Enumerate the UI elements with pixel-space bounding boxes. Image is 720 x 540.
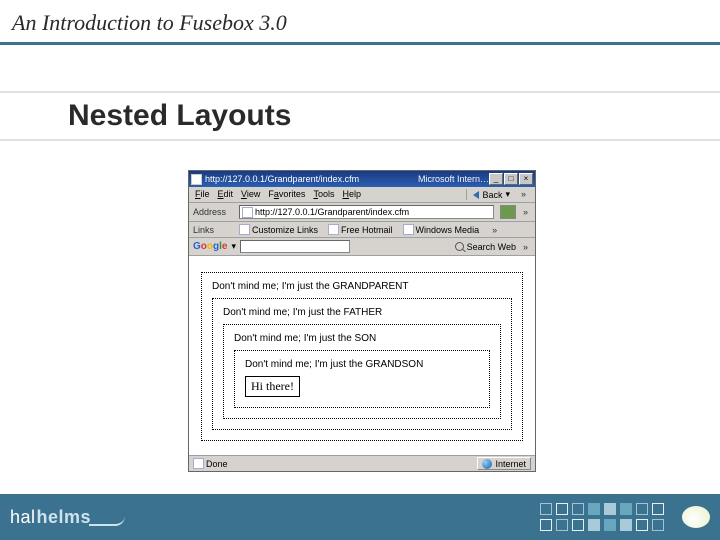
box-grandparent: Don't mind me; I'm just the GRANDPARENT … — [201, 272, 523, 441]
menu-view[interactable]: View — [241, 189, 260, 200]
subtitle-band: Nested Layouts — [0, 91, 720, 141]
window-controls: _ □ × — [489, 173, 533, 185]
box-son: Don't mind me; I'm just the SON Don't mi… — [223, 324, 501, 419]
label-grandson: Don't mind me; I'm just the GRANDSON — [245, 359, 479, 370]
zone-label: Internet — [495, 459, 526, 469]
maximize-button[interactable]: □ — [504, 173, 518, 185]
close-button[interactable]: × — [519, 173, 533, 185]
link-customize[interactable]: Customize Links — [239, 224, 318, 235]
label-father: Don't mind me; I'm just the FATHER — [223, 307, 501, 318]
google-overflow-icon[interactable]: » — [520, 242, 531, 252]
box-grandson: Don't mind me; I'm just the GRANDSON Hi … — [234, 350, 490, 408]
cloud-icon — [682, 506, 710, 528]
presentation-title: An Introduction to Fusebox 3.0 — [0, 0, 720, 42]
menu-favorites[interactable]: Favorites — [268, 189, 305, 200]
label-grandparent: Don't mind me; I'm just the GRANDPARENT — [212, 281, 512, 292]
page-icon — [242, 207, 253, 218]
google-search-input[interactable] — [240, 240, 350, 253]
minimize-button[interactable]: _ — [489, 173, 503, 185]
logo-swoosh-icon — [89, 516, 125, 526]
back-label: Back — [482, 190, 502, 200]
address-bar: Address http://127.0.0.1/Grandparent/ind… — [189, 203, 535, 222]
status-text: Done — [206, 459, 228, 469]
menubar: File Edit View Favorites Tools Help Back… — [189, 187, 535, 203]
titlebar-appname: Microsoft Intern… — [418, 174, 489, 184]
address-label: Address — [193, 207, 235, 217]
search-icon — [455, 242, 464, 251]
back-arrow-icon — [473, 191, 479, 199]
link-icon — [239, 224, 250, 235]
menu-tools[interactable]: Tools — [313, 189, 334, 200]
content-box: Hi there! — [245, 376, 300, 397]
slide-footer: halhelms — [0, 494, 720, 540]
header-divider — [0, 42, 720, 45]
halhelms-logo: halhelms — [10, 507, 125, 528]
google-logo: Google — [193, 241, 227, 252]
link-icon — [328, 224, 339, 235]
globe-icon — [482, 459, 492, 469]
logo-helms: helms — [37, 507, 92, 528]
links-label: Links — [193, 225, 235, 235]
links-overflow-icon[interactable]: » — [489, 225, 500, 235]
search-web-label: Search Web — [467, 242, 516, 252]
browser-window: http://127.0.0.1/Grandparent/index.cfm M… — [188, 170, 536, 472]
menu-edit[interactable]: Edit — [218, 189, 234, 200]
footer-square-grid — [540, 503, 664, 531]
label-son: Don't mind me; I'm just the SON — [234, 333, 490, 344]
address-value: http://127.0.0.1/Grandparent/index.cfm — [255, 207, 409, 217]
address-overflow-icon[interactable]: » — [520, 207, 531, 217]
back-dropdown-icon[interactable]: ▾ — [505, 189, 510, 200]
google-dropdown-icon[interactable]: ▾ — [231, 241, 236, 252]
status-zone: Internet — [477, 457, 531, 470]
links-bar: Links Customize Links Free Hotmail Windo… — [189, 222, 535, 238]
ie-icon — [191, 174, 202, 185]
go-button[interactable] — [500, 205, 516, 219]
search-web-button[interactable]: Search Web — [455, 242, 516, 252]
toolbar-overflow-icon[interactable]: » — [518, 189, 529, 200]
logo-hal: hal — [10, 507, 36, 528]
back-button[interactable]: Back ▾ — [466, 189, 510, 200]
status-bar: Done Internet — [189, 455, 535, 471]
link-icon — [403, 224, 414, 235]
titlebar-url: http://127.0.0.1/Grandparent/index.cfm — [205, 174, 414, 184]
menu-help[interactable]: Help — [342, 189, 361, 200]
link-windows-media[interactable]: Windows Media — [403, 224, 480, 235]
address-input[interactable]: http://127.0.0.1/Grandparent/index.cfm — [239, 205, 494, 219]
google-toolbar: Google ▾ Search Web » — [189, 238, 535, 256]
link-hotmail[interactable]: Free Hotmail — [328, 224, 393, 235]
page-status-icon — [193, 458, 204, 469]
browser-titlebar: http://127.0.0.1/Grandparent/index.cfm M… — [189, 171, 535, 187]
box-father: Don't mind me; I'm just the FATHER Don't… — [212, 298, 512, 430]
menu-file[interactable]: File — [195, 189, 210, 200]
slide-title: Nested Layouts — [68, 99, 720, 133]
browser-viewport: Don't mind me; I'm just the GRANDPARENT … — [189, 256, 535, 455]
